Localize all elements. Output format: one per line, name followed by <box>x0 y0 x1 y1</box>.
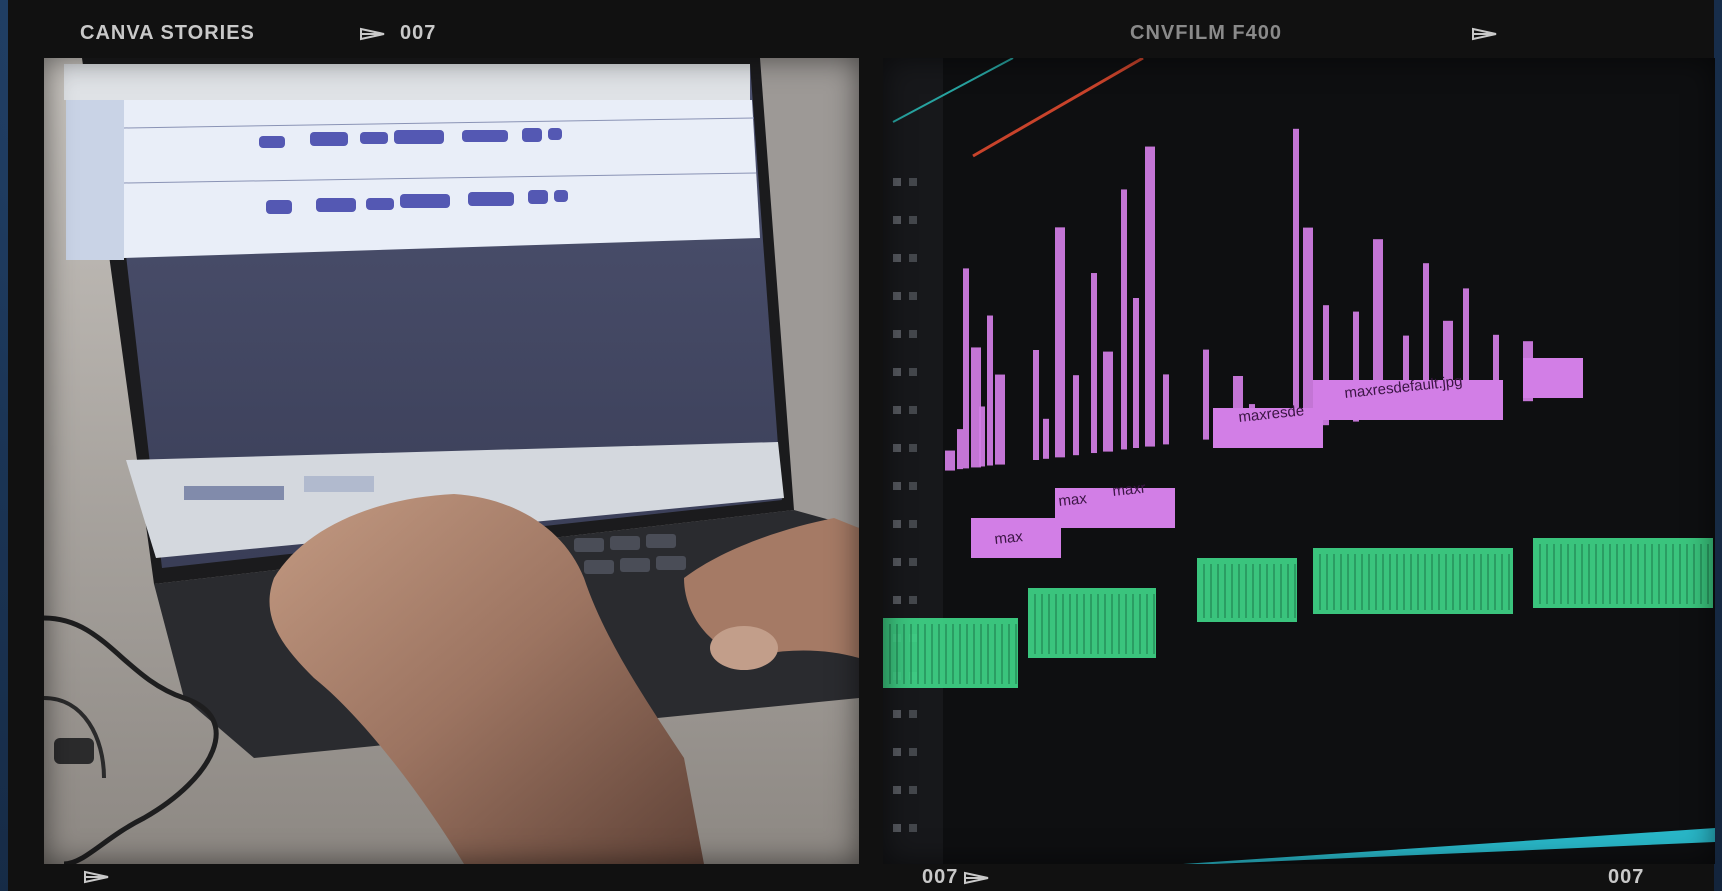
video-editing-timeline-photo: max max maxr maxresde maxresdefault.jpg <box>883 58 1715 864</box>
arrow-right-icon <box>360 27 386 41</box>
brand-label: CANVA STORIES <box>80 22 255 44</box>
frame-number-top: 007 <box>400 22 437 44</box>
film-frame-collage: CANVA STORIES 007 CNVFILM F400 max max m… <box>0 0 1722 891</box>
laptop-audio-editing-photo <box>44 58 859 864</box>
clip-label: maxr <box>1112 480 1147 500</box>
film-stock-label: CNVFILM F400 <box>1130 22 1283 44</box>
frame-number-bottom-right: 007 <box>1608 866 1645 888</box>
arrow-right-icon <box>964 871 990 885</box>
film-strip-frame: CANVA STORIES 007 CNVFILM F400 max max m… <box>8 0 1715 891</box>
frame-number-bottom: 007 <box>922 866 959 888</box>
clip-label: max <box>1058 490 1088 510</box>
arrow-right-icon <box>1472 27 1498 41</box>
clip-label: max <box>994 528 1024 548</box>
arrow-right-icon <box>84 870 110 884</box>
